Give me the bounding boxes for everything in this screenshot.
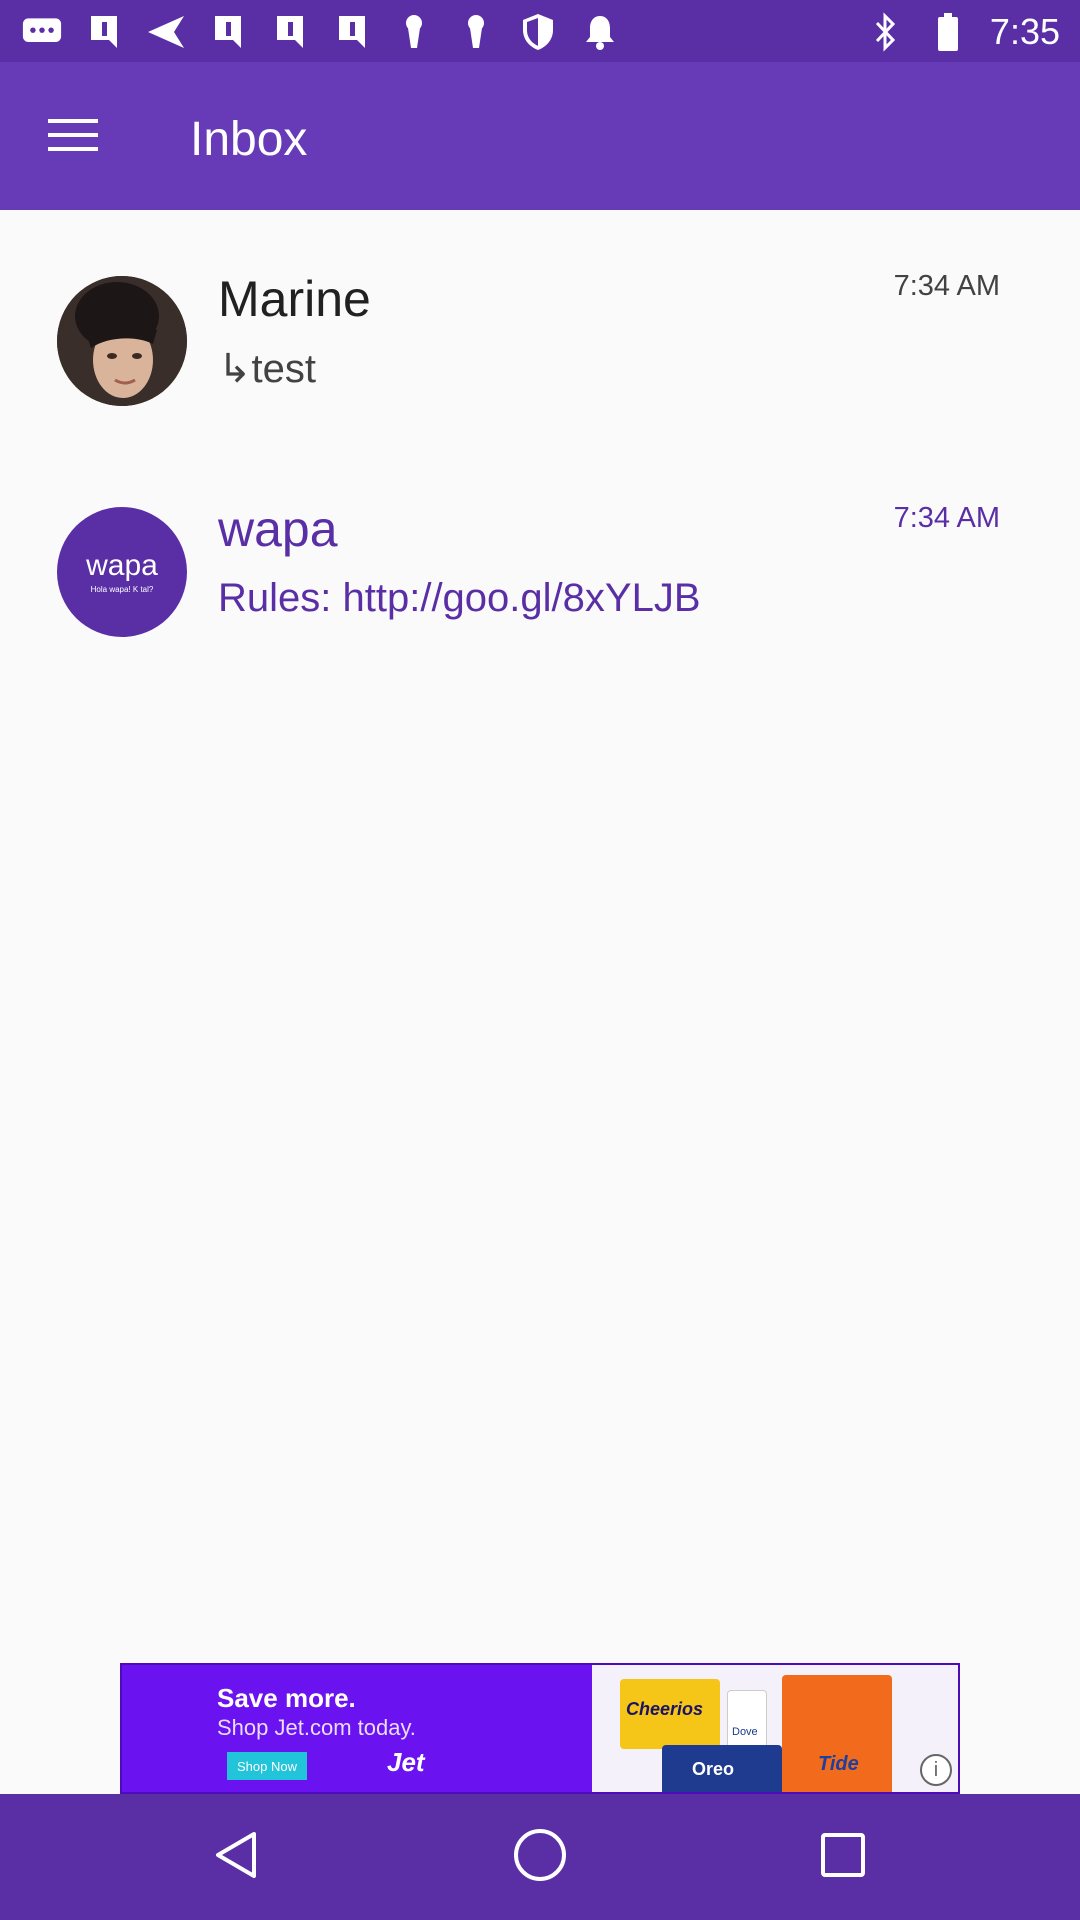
status-notification-icons (22, 12, 620, 52)
navigation-bar (0, 1794, 1080, 1920)
status-bar: 7:35 (0, 0, 1080, 62)
ad-product-image: Cheerios Dove Tide Oreo (592, 1665, 958, 1792)
cookie-pack: Oreo (662, 1745, 782, 1792)
bluetooth-icon (866, 12, 906, 52)
send-icon (146, 12, 186, 52)
status-time: 7:35 (989, 11, 1060, 52)
keyhole-icon (394, 12, 434, 52)
detergent-bottle: Tide (782, 1675, 892, 1792)
message-time: 7:34 AM (893, 502, 1000, 534)
ad-headline: Save more. (217, 1683, 356, 1713)
avatar (57, 276, 187, 406)
ad-banner[interactable]: Save more. Shop Jet.com today. Shop Now … (120, 1663, 960, 1794)
recents-square-icon (819, 1831, 867, 1884)
product-label: Tide (818, 1753, 859, 1775)
bookmark-icon (84, 12, 124, 52)
contact-name: Marine (218, 271, 371, 327)
conversation-item-marine[interactable]: Marine ↳test 7:34 AM (0, 248, 1080, 448)
home-circle-icon (512, 1827, 568, 1888)
product-label: Oreo (692, 1759, 735, 1779)
cereal-box: Cheerios (620, 1679, 720, 1749)
page-title: Inbox (190, 113, 308, 166)
message-snippet: ↳test (218, 347, 316, 391)
app-bar: Inbox (0, 62, 1080, 210)
battery-icon (928, 12, 968, 52)
conversation-item-wapa[interactable]: wapa Hola wapa! K tal? wapa Rules: http:… (0, 480, 1080, 680)
keyhole-icon (456, 12, 496, 52)
ad-info-icon[interactable]: i (920, 1754, 952, 1786)
status-system-icons: 7:35 (866, 10, 1060, 54)
chat-bubble-icon (22, 12, 62, 52)
bookmark-icon (332, 12, 372, 52)
product-label: Cheerios (626, 1699, 704, 1719)
shield-icon (518, 12, 558, 52)
ad-brand-logo: Jet (387, 1747, 425, 1777)
home-button[interactable] (500, 1817, 580, 1897)
back-triangle-icon (212, 1830, 262, 1885)
back-button[interactable] (197, 1817, 277, 1897)
recents-button[interactable] (803, 1817, 883, 1897)
ad-subline: Shop Jet.com today. (217, 1715, 416, 1740)
message-snippet: Rules: http://goo.gl/8xYLJB (218, 576, 701, 620)
bell-icon (580, 12, 620, 52)
menu-button[interactable] (34, 98, 112, 176)
product-label: Dove (732, 1726, 758, 1738)
avatar-label: wapa (86, 549, 158, 582)
avatar: wapa Hola wapa! K tal? (57, 507, 187, 637)
contact-name: wapa (218, 501, 338, 557)
bookmark-icon (270, 12, 310, 52)
bookmark-icon (208, 12, 248, 52)
hamburger-menu-icon (48, 117, 98, 158)
message-time: 7:34 AM (893, 270, 1000, 302)
ad-cta-button[interactable]: Shop Now (227, 1752, 307, 1780)
avatar-tagline: Hola wapa! K tal? (90, 585, 154, 594)
